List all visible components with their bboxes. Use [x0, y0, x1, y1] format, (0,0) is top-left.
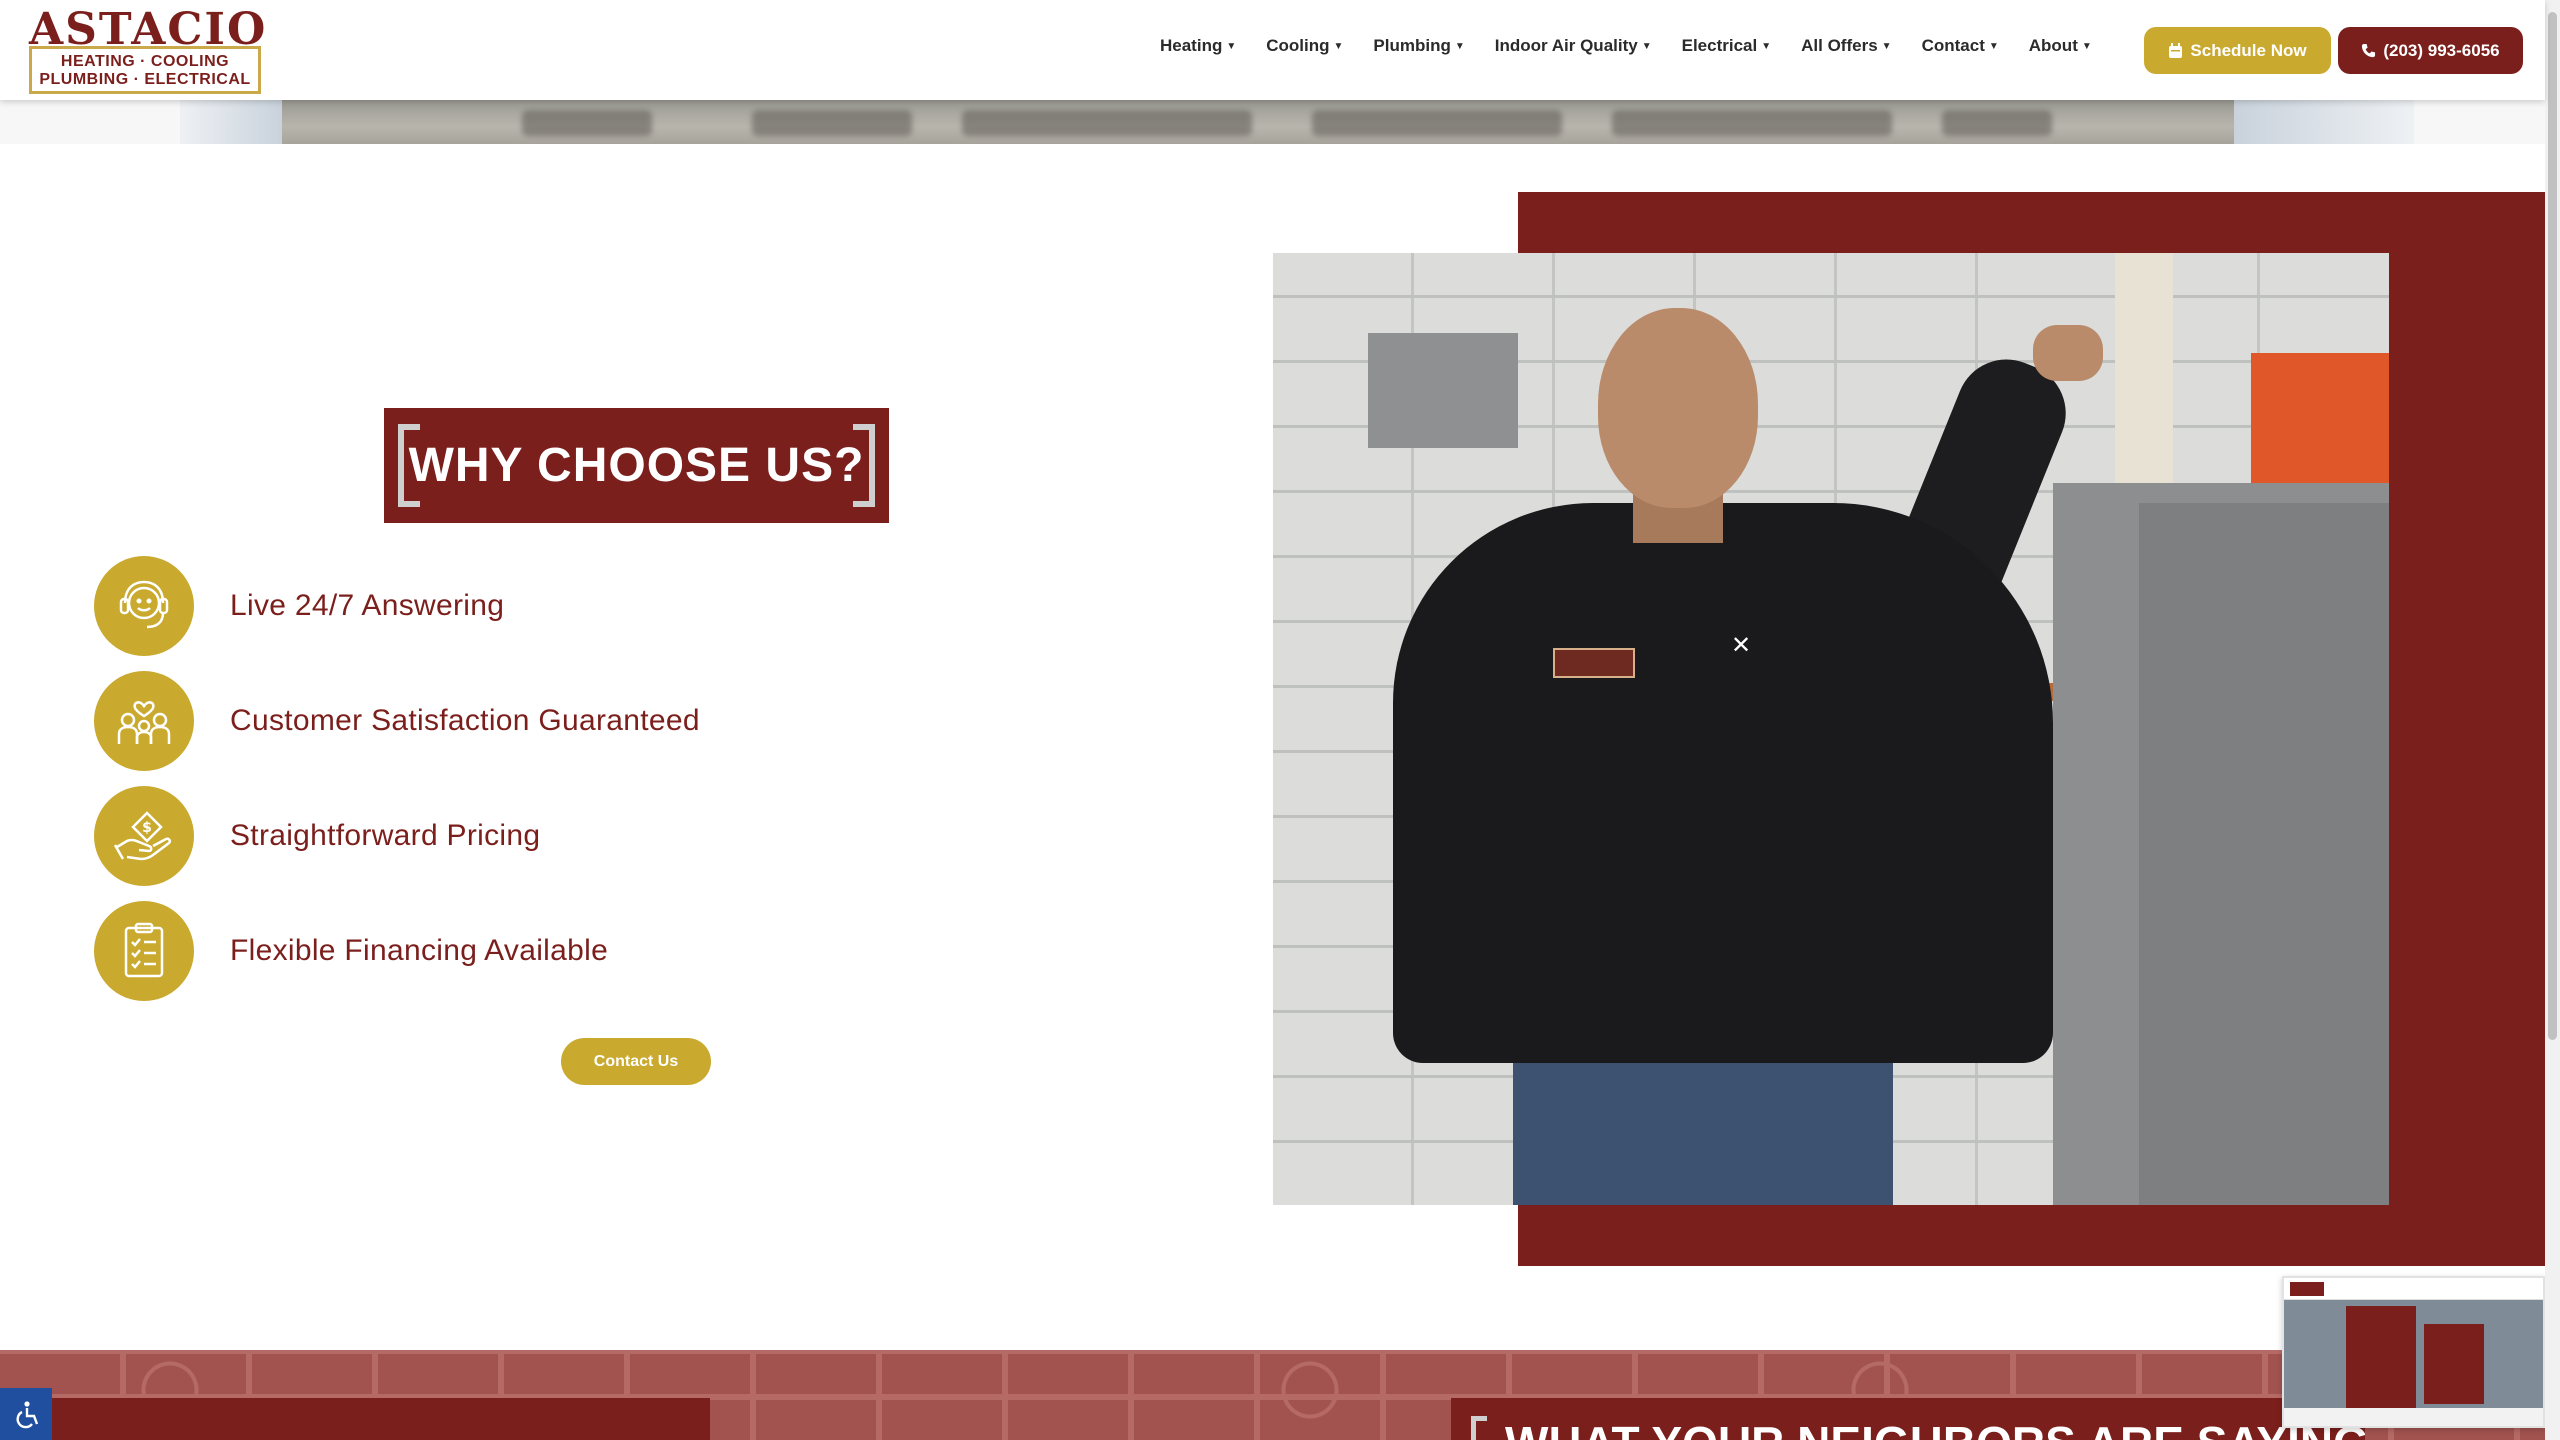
feature-label: Customer Satisfaction Guaranteed: [230, 704, 700, 737]
feature-label: Straightforward Pricing: [230, 819, 541, 852]
why-choose-us-heading: WHY CHOOSE US?: [384, 408, 889, 523]
caret-down-icon: ▼: [2081, 40, 2092, 52]
contact-us-button[interactable]: Contact Us: [561, 1038, 711, 1085]
photo-person-hand: [2033, 325, 2103, 381]
nav-label: Plumbing: [1373, 36, 1451, 55]
phone-icon: [2362, 43, 2376, 58]
bracket-right-decoration: [853, 424, 875, 507]
scrollbar-thumb[interactable]: [2548, 12, 2557, 1040]
hand-dollar-icon: $: [94, 786, 194, 886]
thumbnail-panel: [2424, 1324, 2484, 1404]
phone-call-button[interactable]: (203) 993-6056: [2338, 27, 2523, 74]
hero-image-strip: [0, 100, 2545, 144]
photo-shirt-logo: [1553, 648, 1635, 678]
photo-equipment-cabinet-side: [2139, 503, 2389, 1205]
caret-down-icon: ▼: [1333, 40, 1344, 52]
clipboard-checklist-icon: [94, 901, 194, 1001]
photo-electrical-box: [1368, 333, 1518, 448]
hero-blur-shape: [522, 110, 652, 136]
nav-label: All Offers: [1801, 36, 1878, 55]
caret-down-icon: ▼: [1761, 40, 1772, 52]
feature-item: Live 24/7 Answering: [94, 556, 854, 656]
bracket-left-decoration: [1471, 1416, 1487, 1440]
nav-label: Indoor Air Quality: [1494, 36, 1638, 55]
nav-item-cooling[interactable]: Cooling ▼: [1266, 36, 1343, 56]
photo-person-jeans: [1513, 1043, 1893, 1205]
photo-orange-control: [2251, 353, 2389, 483]
nav-item-heating[interactable]: Heating ▼: [1160, 36, 1236, 56]
feature-item: Customer Satisfaction Guaranteed: [94, 671, 854, 771]
why-choose-us-title: WHY CHOOSE US?: [408, 439, 865, 492]
nav-label: Electrical: [1681, 36, 1758, 55]
caret-down-icon: ▼: [1988, 40, 1999, 52]
headset-icon: [94, 556, 194, 656]
page-scrollbar[interactable]: [2545, 0, 2560, 1440]
feature-item: $ Straightforward Pricing: [94, 786, 854, 886]
photo-brand-mark: ✕: [1731, 632, 1752, 659]
main-nav: Heating ▼ Cooling ▼ Plumbing ▼ Indoor Air Q…: [1160, 36, 2122, 56]
accessibility-icon: [16, 1401, 39, 1429]
accessibility-button[interactable]: [0, 1388, 52, 1440]
feature-label: Flexible Financing Available: [230, 934, 609, 967]
testimonials-title: WHAT YOUR NEIGHBORS ARE SAYING: [1505, 1416, 2365, 1440]
photo-person-torso: [1393, 503, 2053, 1063]
brand-tagline-line1: HEATING · COOLING: [60, 53, 230, 70]
nav-item-about[interactable]: About ▼: [2029, 36, 2092, 56]
svg-text:$: $: [142, 820, 152, 836]
nav-item-electrical[interactable]: Electrical ▼: [1682, 36, 1772, 56]
hero-blur-shape: [752, 110, 912, 136]
hero-blur-shape: [1612, 110, 1892, 136]
nav-item-all-offers[interactable]: All Offers ▼: [1801, 36, 1891, 56]
photo-person: [1393, 325, 2103, 1205]
caret-down-icon: ▼: [1226, 40, 1237, 52]
schedule-now-label: Schedule Now: [2190, 40, 2307, 60]
nav-item-contact[interactable]: Contact ▼: [1922, 36, 1999, 56]
hero-blur-shape: [962, 110, 1252, 136]
hero-edge-right: [2234, 100, 2414, 144]
hero-background-image: [282, 100, 2234, 144]
brand-logo[interactable]: ASTACIO HEATING · COOLING PLUMBING · ELE…: [29, 6, 265, 94]
caret-down-icon: ▼: [1454, 40, 1465, 52]
bracket-left-decoration: [398, 424, 420, 507]
thumbnail-header: [2284, 1278, 2543, 1300]
brand-tagline-box: HEATING · COOLING PLUMBING · ELECTRICAL: [29, 46, 261, 94]
nav-label: Heating: [1160, 36, 1223, 55]
brand-tagline-line2: PLUMBING · ELECTRICAL: [39, 71, 251, 88]
nav-label: Contact: [1921, 36, 1985, 55]
caret-down-icon: ▼: [1641, 40, 1652, 52]
nav-item-indoor-air-quality[interactable]: Indoor Air Quality ▼: [1495, 36, 1652, 56]
thumbnail-logo: [2290, 1282, 2324, 1296]
phone-number-label: (203) 993-6056: [2383, 40, 2500, 60]
page-preview-thumbnail[interactable]: [2282, 1276, 2545, 1428]
feature-label: Live 24/7 Answering: [230, 589, 505, 622]
family-heart-icon: [94, 671, 194, 771]
photo-pipe-column: [2115, 253, 2173, 483]
nav-item-plumbing[interactable]: Plumbing ▼: [1373, 36, 1464, 56]
hero-blur-shape: [1942, 110, 2052, 136]
technician-photo: ✕: [1273, 253, 2389, 1205]
testimonials-heading: WHAT YOUR NEIGHBORS ARE SAYING: [1451, 1398, 2365, 1440]
hero-edge-left: [180, 100, 282, 144]
caret-down-icon: ▼: [1881, 40, 1892, 52]
calendar-icon: [2169, 42, 2183, 58]
schedule-now-button[interactable]: Schedule Now: [2144, 27, 2331, 74]
photo-person-head: [1598, 308, 1758, 508]
thumbnail-footer: [2284, 1408, 2543, 1426]
testimonials-left-panel: [52, 1398, 710, 1440]
hero-blur-shape: [1312, 110, 1562, 136]
site-header: ASTACIO HEATING · COOLING PLUMBING · ELE…: [0, 0, 2545, 100]
feature-item: Flexible Financing Available: [94, 901, 854, 1001]
nav-label: About: [2028, 36, 2078, 55]
thumbnail-panel: [2346, 1306, 2416, 1408]
nav-label: Cooling: [1266, 36, 1330, 55]
